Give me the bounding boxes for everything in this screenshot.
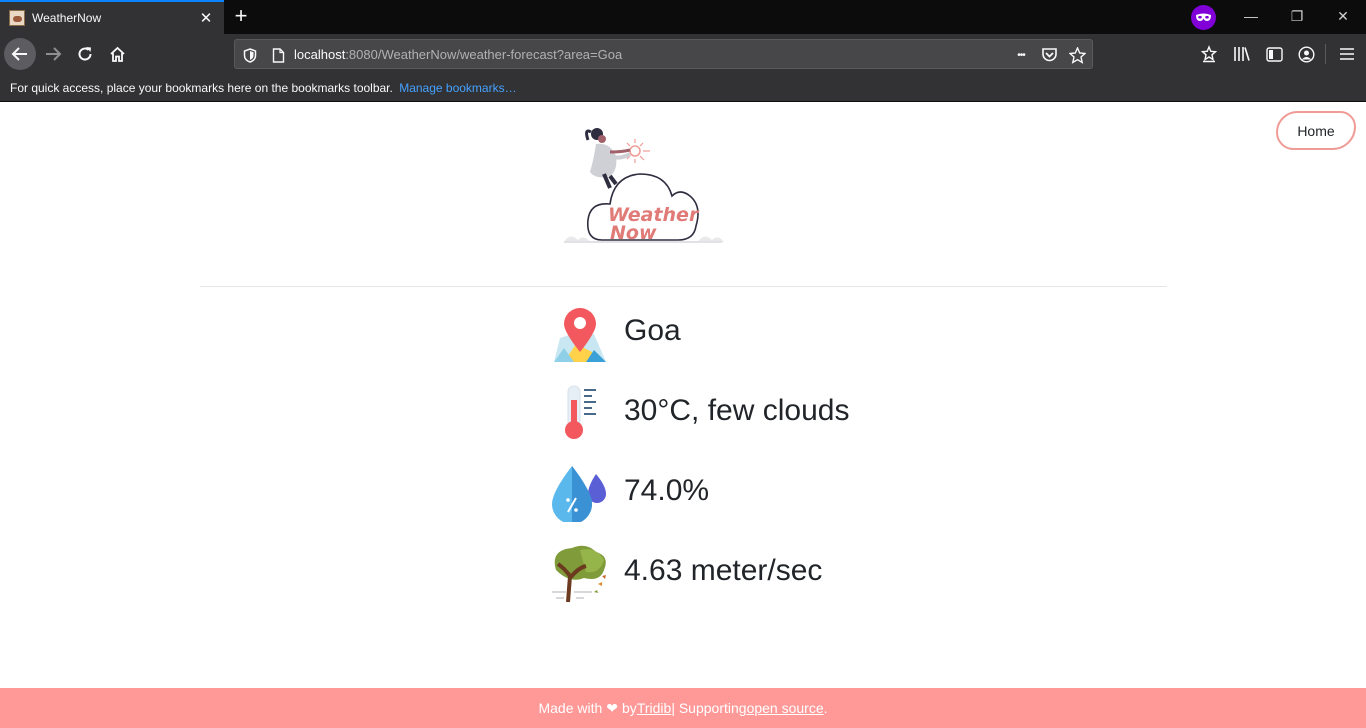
pocket-icon[interactable]: [1038, 44, 1060, 66]
map-pin-icon: [550, 300, 610, 362]
reload-icon: [78, 47, 92, 61]
logo-text-now: Now: [610, 222, 657, 244]
new-tab-button[interactable]: +: [229, 4, 253, 28]
favicon-icon: [9, 10, 25, 26]
water-drops-icon: [550, 460, 610, 524]
window-close-button[interactable]: ✕: [1331, 4, 1355, 28]
windy-tree-icon: [550, 540, 610, 603]
location-row: Goa: [550, 300, 681, 362]
navigation-toolbar: localhost:8080/WeatherNow/weather-foreca…: [0, 34, 1366, 74]
open-source-link[interactable]: open source: [747, 700, 824, 716]
humidity-value: 74.0%: [624, 474, 710, 507]
home-icon: [109, 46, 125, 62]
app-menu-button[interactable]: [1335, 42, 1359, 66]
bookmarks-star-list-icon: [1200, 45, 1218, 63]
manage-bookmarks-link[interactable]: Manage bookmarks…: [399, 81, 516, 95]
account-button[interactable]: [1294, 42, 1318, 66]
home-button[interactable]: Home: [1276, 111, 1356, 150]
thermometer-icon: [550, 380, 610, 442]
footer-by: by: [622, 700, 637, 716]
hamburger-menu-icon: [1340, 48, 1354, 60]
weathernow-logo: Weather Now: [560, 122, 726, 246]
location-value: Goa: [624, 314, 681, 347]
bookmark-star-icon[interactable]: [1066, 44, 1088, 66]
forward-button[interactable]: [37, 38, 69, 70]
bookmarks-menu-button[interactable]: [1197, 42, 1221, 66]
bookmarks-empty-message: For quick access, place your bookmarks h…: [10, 81, 393, 95]
private-browsing-icon: [1191, 5, 1216, 30]
heart-icon: ❤: [606, 699, 619, 716]
footer-supporting: | Supporting: [671, 700, 747, 716]
page-info-icon[interactable]: [267, 44, 289, 66]
url-path: :8080/WeatherNow/weather-forecast?area=G…: [345, 47, 623, 62]
page-actions-menu-icon[interactable]: •••: [1010, 44, 1032, 66]
tab-title: WeatherNow: [32, 11, 102, 25]
minimize-button[interactable]: —: [1239, 4, 1263, 28]
forward-arrow-icon: [46, 47, 62, 61]
temperature-row: 30°C, few clouds: [550, 380, 849, 442]
sidebar-icon: [1265, 46, 1283, 62]
page-content: Home Weather Now Goa 30°C, few clouds 74…: [0, 102, 1366, 728]
tab-strip: WeatherNow ✕ + — ❐ ✕: [0, 0, 1366, 34]
footer-period: .: [823, 700, 828, 716]
tab-close-icon[interactable]: ✕: [194, 6, 218, 30]
reload-button[interactable]: [69, 38, 101, 70]
library-icon: [1234, 47, 1250, 61]
toolbar-separator: [1325, 44, 1326, 64]
back-button[interactable]: [4, 38, 36, 70]
address-bar[interactable]: localhost:8080/WeatherNow/weather-foreca…: [234, 39, 1093, 69]
wind-value: 4.63 meter/sec: [624, 554, 823, 587]
footer: Made with ❤ by Tridib | Supporting open so…: [0, 688, 1366, 728]
footer-made-with: Made with: [538, 700, 603, 716]
header-divider: [200, 286, 1167, 287]
back-arrow-icon: [11, 47, 27, 61]
library-button[interactable]: [1230, 42, 1254, 66]
account-icon: [1297, 45, 1315, 63]
temperature-value: 30°C, few clouds: [624, 394, 850, 427]
humidity-row: 74.0%: [550, 460, 710, 524]
restore-button[interactable]: ❐: [1285, 4, 1309, 28]
home-toolbar-button[interactable]: [101, 38, 133, 70]
bookmarks-toolbar: For quick access, place your bookmarks h…: [0, 74, 1366, 102]
wind-row: 4.63 meter/sec: [550, 540, 823, 603]
author-link[interactable]: Tridib: [637, 700, 672, 716]
url-text[interactable]: localhost:8080/WeatherNow/weather-foreca…: [294, 47, 622, 62]
browser-tab-active[interactable]: WeatherNow ✕: [0, 0, 224, 34]
sidebar-button[interactable]: [1262, 42, 1286, 66]
tracking-shield-icon[interactable]: [239, 44, 261, 66]
url-host: localhost: [294, 47, 346, 62]
